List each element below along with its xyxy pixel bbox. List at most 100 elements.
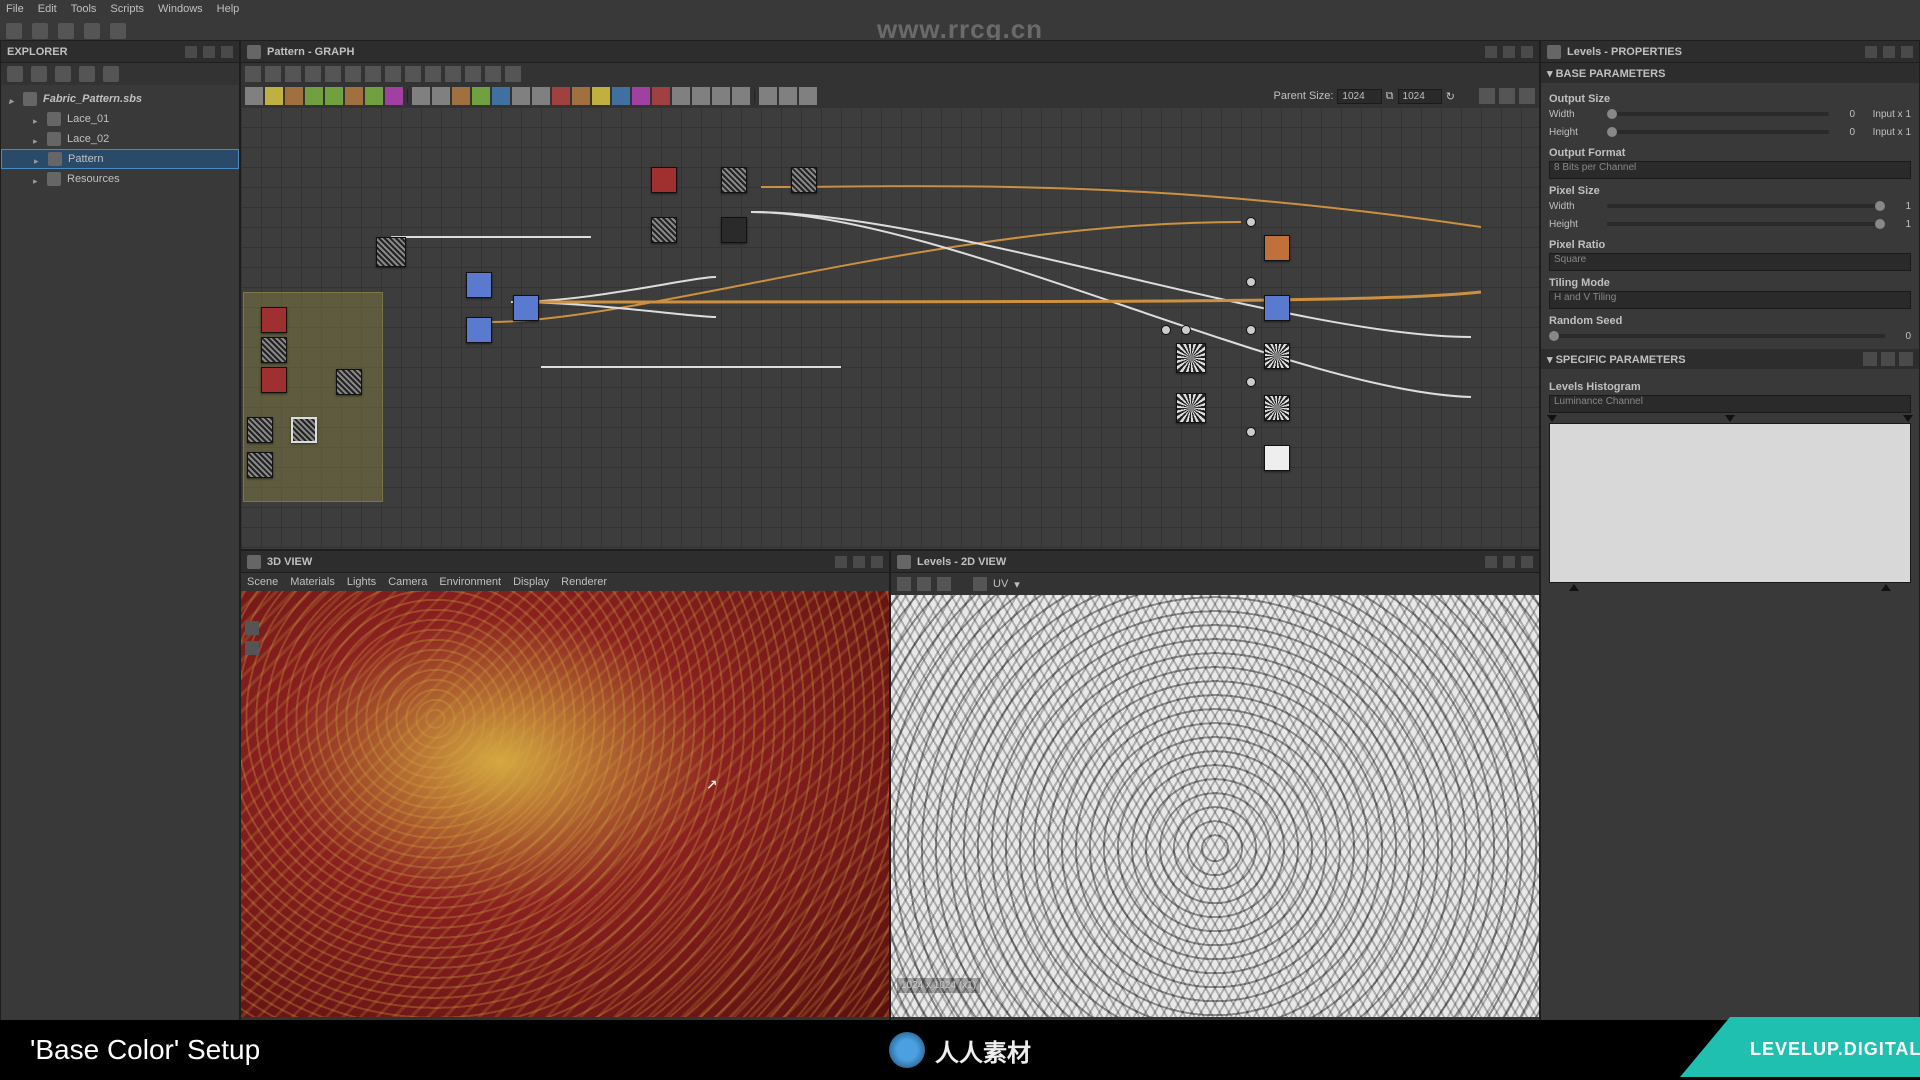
save-icon[interactable] <box>917 577 931 591</box>
node-icon[interactable] <box>365 87 383 105</box>
menu-windows[interactable]: Windows <box>158 3 203 15</box>
settings-icon[interactable] <box>103 66 119 82</box>
link-icon[interactable]: ⧉ <box>1386 90 1394 103</box>
graph-dot[interactable] <box>1246 377 1256 387</box>
opt-icon[interactable] <box>1863 352 1877 366</box>
arrow3-icon[interactable] <box>465 66 481 82</box>
graph-node[interactable] <box>1264 395 1290 421</box>
graph-node[interactable] <box>1264 235 1290 261</box>
menu-lights[interactable]: Lights <box>347 576 376 588</box>
graph-node[interactable] <box>1264 295 1290 321</box>
graph-dot[interactable] <box>1246 277 1256 287</box>
refresh2-icon[interactable] <box>79 66 95 82</box>
width-slider[interactable] <box>1607 112 1829 116</box>
node-icon[interactable] <box>492 87 510 105</box>
maximize-icon[interactable] <box>853 556 865 568</box>
home-icon[interactable] <box>6 23 22 39</box>
pin-icon[interactable] <box>1485 556 1497 568</box>
menu-edit[interactable]: Edit <box>38 3 57 15</box>
view3d-canvas[interactable] <box>241 591 889 1017</box>
view-icon[interactable] <box>1519 88 1535 104</box>
tree-item-lace01[interactable]: Lace_01 <box>1 109 239 129</box>
random-seed-slider[interactable] <box>1549 334 1885 338</box>
histogram-channel-select[interactable]: Luminance Channel <box>1549 395 1911 413</box>
close-icon[interactable] <box>221 46 233 58</box>
graph-node[interactable] <box>247 452 273 478</box>
snapshot-icon[interactable] <box>285 66 301 82</box>
close-icon[interactable] <box>1901 46 1913 58</box>
graph-node[interactable] <box>247 417 273 443</box>
histogram-view[interactable] <box>1549 423 1911 583</box>
node-icon[interactable] <box>265 87 283 105</box>
node-icon[interactable] <box>305 87 323 105</box>
node-icon[interactable] <box>325 87 343 105</box>
new-icon[interactable] <box>7 66 23 82</box>
menu-file[interactable]: File <box>6 3 24 15</box>
graph-node[interactable] <box>651 217 677 243</box>
open-icon[interactable] <box>897 577 911 591</box>
graph-node[interactable] <box>1176 343 1206 373</box>
pin-icon[interactable] <box>799 87 817 105</box>
node-icon[interactable] <box>612 87 630 105</box>
menu-environment[interactable]: Environment <box>439 576 501 588</box>
graph-dot[interactable] <box>1246 325 1256 335</box>
link-icon[interactable] <box>55 66 71 82</box>
base-parameters-header[interactable]: ▾ BASE PARAMETERS <box>1541 63 1919 83</box>
histogram-handle-out-black[interactable] <box>1569 584 1579 591</box>
node-icon[interactable] <box>345 87 363 105</box>
graph-node[interactable] <box>1264 445 1290 471</box>
cut-icon[interactable] <box>485 66 501 82</box>
specific-parameters-header[interactable]: ▾ SPECIFIC PARAMETERS <box>1541 349 1919 369</box>
node-icon[interactable] <box>652 87 670 105</box>
graph-node[interactable] <box>261 307 287 333</box>
node-icon[interactable] <box>432 87 450 105</box>
graph-node[interactable] <box>376 237 406 267</box>
graph-node[interactable] <box>513 295 539 321</box>
zoom-out-icon[interactable] <box>325 66 341 82</box>
frame-icon[interactable] <box>779 87 797 105</box>
node-icon[interactable] <box>552 87 570 105</box>
graph-dot[interactable] <box>1181 325 1191 335</box>
parent-size-width[interactable]: 1024 <box>1337 89 1381 104</box>
view2d-canvas[interactable]: 1024 x 1024 (x1) <box>891 595 1539 1017</box>
opt-icon[interactable] <box>1899 352 1913 366</box>
graph-node[interactable] <box>261 367 287 393</box>
select-icon[interactable] <box>505 66 521 82</box>
align-icon[interactable] <box>365 66 381 82</box>
arrow2-icon[interactable] <box>445 66 461 82</box>
tree-item-resources[interactable]: Resources <box>1 169 239 189</box>
graph-dot[interactable] <box>1246 217 1256 227</box>
graph-dot[interactable] <box>1246 427 1256 437</box>
graph-node[interactable] <box>291 417 317 443</box>
histogram-handle-in-mid[interactable] <box>1725 415 1735 422</box>
graph-node[interactable] <box>1264 343 1290 369</box>
menu-display[interactable]: Display <box>513 576 549 588</box>
pixel-width-slider[interactable] <box>1607 204 1885 208</box>
zoom-in-icon[interactable] <box>305 66 321 82</box>
reload-icon[interactable] <box>31 66 47 82</box>
export-icon[interactable] <box>110 23 126 39</box>
open-icon[interactable] <box>58 23 74 39</box>
menu-camera[interactable]: Camera <box>388 576 427 588</box>
light-icon[interactable] <box>245 641 259 655</box>
tree-item-pattern[interactable]: Pattern <box>1 149 239 169</box>
camera-icon[interactable] <box>245 621 259 635</box>
histogram-handle-in-black[interactable] <box>1547 415 1557 422</box>
graph-node[interactable] <box>791 167 817 193</box>
graph-node[interactable] <box>1176 393 1206 423</box>
graph-node[interactable] <box>261 337 287 363</box>
frame-icon[interactable] <box>245 66 261 82</box>
pin-icon[interactable] <box>1485 46 1497 58</box>
node-icon[interactable] <box>632 87 650 105</box>
pixel-ratio-select[interactable]: Square <box>1549 253 1911 271</box>
menu-scene[interactable]: Scene <box>247 576 278 588</box>
chevron-down-icon[interactable]: ▾ <box>1014 578 1020 591</box>
maximize-icon[interactable] <box>1503 556 1515 568</box>
parent-size-height[interactable]: 1024 <box>1398 89 1442 104</box>
menu-help[interactable]: Help <box>217 3 240 15</box>
tiling-mode-select[interactable]: H and V Tiling <box>1549 291 1911 309</box>
atomic-node-icon[interactable] <box>245 87 263 105</box>
pin-icon[interactable] <box>835 556 847 568</box>
view-icon[interactable] <box>1479 88 1495 104</box>
node-icon[interactable] <box>712 87 730 105</box>
